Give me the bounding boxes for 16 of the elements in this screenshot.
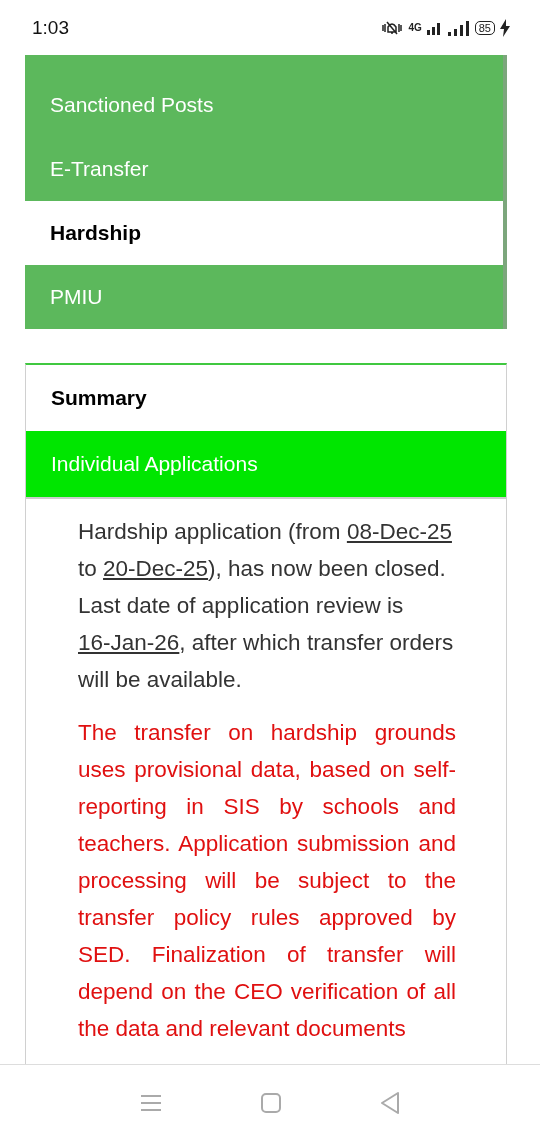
signal-icon — [426, 20, 443, 35]
date-link[interactable]: 08-Dec-25 — [346, 519, 452, 544]
menu-icon[interactable] — [138, 1092, 163, 1113]
warning-paragraph: The transfer on hardship grounds uses provisional data, based on self-reporting in SIS by schools and teachers. Application submission and processing will be subject to the transfer policy rules approved by SED. Finalization of transfer will depend on the CEO verification of all the data and relevant documents — [78, 719, 456, 1043]
date-link[interactable]: 16-Jan-26 — [78, 630, 180, 655]
battery-level: 85 — [474, 20, 495, 35]
info-paragraph: Hardship application (from 08-Dec-25 to 20-Dec-25), has now been closed. Last date of application review is 16-Jan-26, after which transfer orders will be available. — [78, 518, 455, 694]
back-icon[interactable] — [379, 1090, 402, 1115]
network-type: 4G — [408, 22, 422, 33]
clock-time: 1:03 — [32, 16, 69, 39]
bell-muted-icon — [381, 19, 404, 36]
charging-icon — [500, 18, 510, 37]
scrollbar[interactable] — [503, 55, 507, 329]
signal-icon — [447, 19, 470, 36]
home-icon[interactable] — [260, 1091, 282, 1114]
date-link[interactable]: 20-Dec-25 — [103, 556, 209, 581]
